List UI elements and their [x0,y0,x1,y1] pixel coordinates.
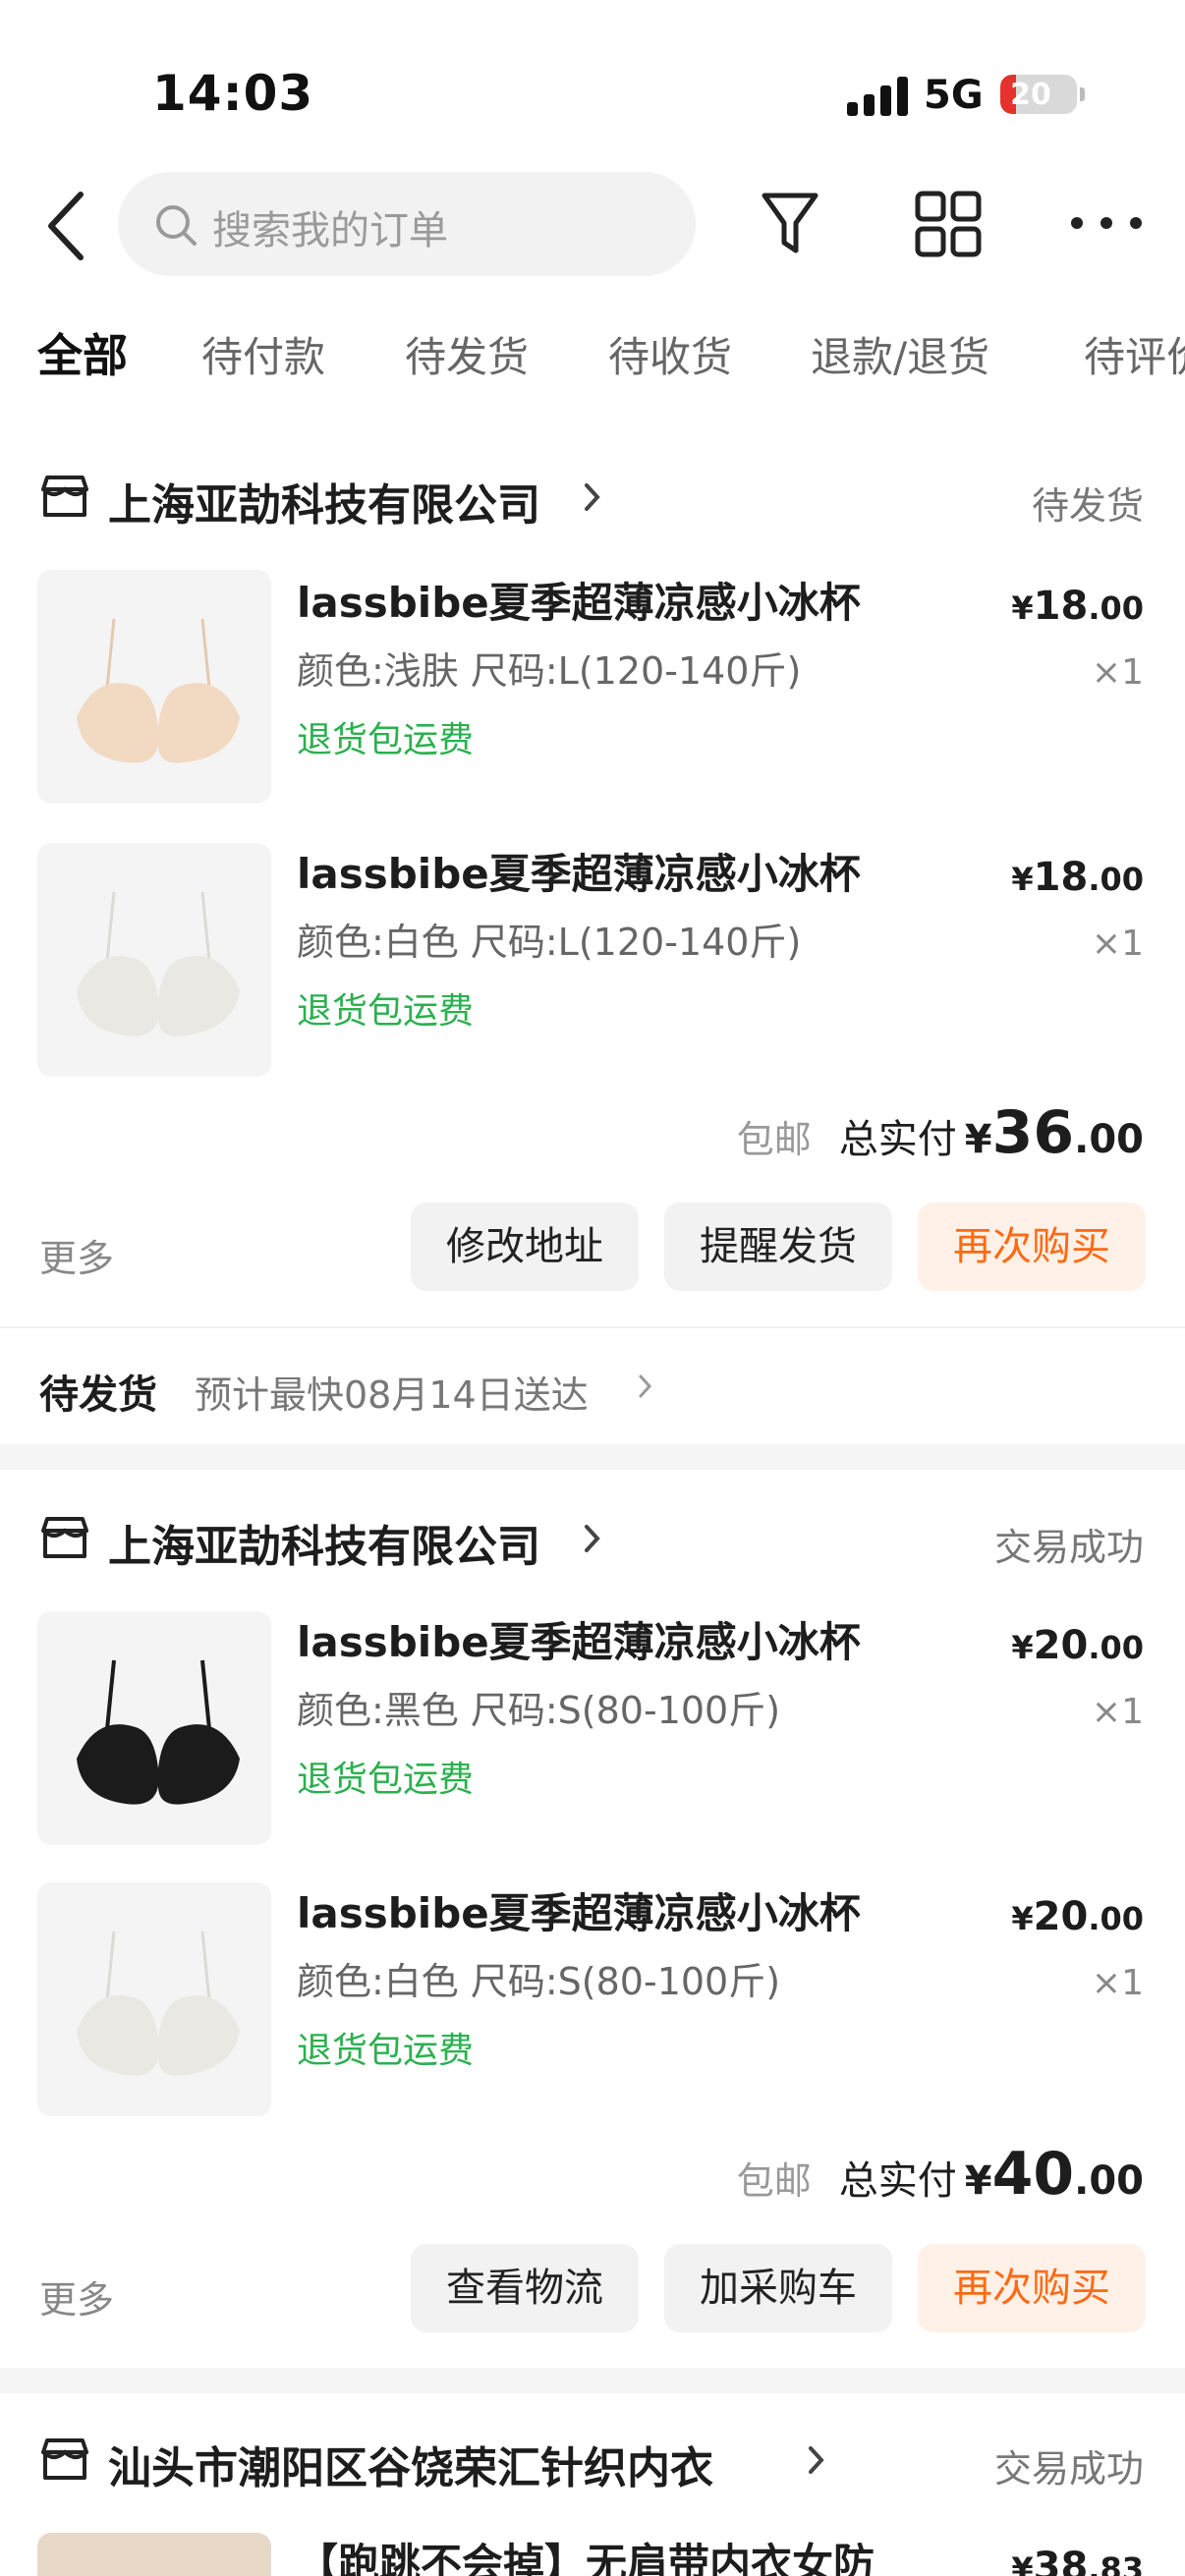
product-price: ¥38.83 [1011,2545,1144,2576]
product-quantity: ×1 [1091,652,1144,693]
shipping-label: 包邮 [736,2159,812,2203]
product-title[interactable]: lassbibe夏季超薄凉感小冰杯 [297,841,861,901]
status-time: 14:03 [152,65,314,122]
product-thumbnail[interactable] [37,1611,271,1845]
network-label: 5G [924,73,984,118]
buy-again-button[interactable]: 再次购买 [918,1203,1146,1291]
tab-pending-review[interactable]: 待评价 [1084,324,1185,384]
return-shipping-tag: 退货包运费 [297,991,475,1032]
shop-icon [41,1517,88,1558]
battery-icon: 20 [1000,75,1077,114]
product-thumbnail[interactable] [37,2533,271,2576]
product-quantity: ×1 [1091,924,1144,964]
shipping-label: 包邮 [736,1118,812,1161]
product-quantity: ×1 [1091,1692,1144,1732]
view-logistics-button[interactable]: 查看物流 [411,2244,639,2332]
product-title[interactable]: lassbibe夏季超薄凉感小冰杯 [297,1880,861,1940]
chevron-right-icon [585,1525,600,1552]
back-arrow-icon[interactable] [39,187,98,265]
add-to-cart-button[interactable]: 加采购车 [664,2244,892,2332]
total-label: 总实付 [838,2158,957,2204]
shop-name[interactable]: 上海亚劼科技有限公司 [108,1511,540,1574]
chevron-right-icon [809,2446,824,2474]
product-title[interactable]: 【跑跳不会掉】无肩带内衣女防 [297,2531,875,2576]
tab-all[interactable]: 全部 [37,320,128,385]
product-price: ¥20.00 [1011,1894,1144,1939]
product-spec: 颜色:黑色 尺码:S(80-100斤) [297,1689,781,1732]
order-status: 交易成功 [993,2447,1144,2491]
delivery-estimate[interactable]: 预计最快08月14日送达 [195,1365,589,1419]
total-label: 总实付 [838,1117,957,1162]
section-gap [0,1444,1185,1470]
chevron-right-icon [585,483,600,511]
order-total: 包邮 总实付 ¥36.00 [736,1098,1144,1167]
more-link[interactable]: 更多 [39,1228,114,1282]
chevron-right-icon [639,1374,652,1398]
tab-pending-shipment[interactable]: 待发货 [405,324,529,384]
signal-icon [847,77,908,116]
order-status: 交易成功 [993,1526,1144,1569]
search-input[interactable]: 搜索我的订单 [118,172,696,276]
order-status: 待发货 [1031,484,1144,528]
product-spec: 颜色:白色 尺码:L(120-140斤) [297,921,802,964]
tab-pending-payment[interactable]: 待付款 [201,324,325,384]
battery-level: 20 [1010,78,1051,112]
section-gap [0,2368,1185,2393]
product-title[interactable]: lassbibe夏季超薄凉感小冰杯 [297,570,861,630]
shop-icon [41,2438,88,2480]
product-price: ¥18.00 [1011,855,1144,900]
product-spec: 颜色:浅肤 尺码:L(120-140斤) [297,649,802,693]
more-icon[interactable] [1067,208,1146,238]
remind-shipment-button[interactable]: 提醒发货 [664,1203,892,1291]
shop-icon [41,476,88,517]
battery-tip [1080,87,1085,101]
product-title[interactable]: lassbibe夏季超薄凉感小冰杯 [297,1609,861,1669]
shop-name[interactable]: 上海亚劼科技有限公司 [108,470,540,532]
product-thumbnail[interactable] [37,843,271,1077]
product-price: ¥20.00 [1011,1623,1144,1668]
grid-icon[interactable] [914,190,983,258]
product-thumbnail[interactable] [37,570,271,804]
product-spec: 颜色:白色 尺码:S(80-100斤) [297,1960,781,2003]
search-icon [156,205,197,246]
product-thumbnail[interactable] [37,1882,271,2116]
filter-icon[interactable] [759,190,821,258]
buy-again-button[interactable]: 再次购买 [918,2244,1146,2332]
return-shipping-tag: 退货包运费 [297,720,475,760]
divider [0,1326,1185,1328]
return-shipping-tag: 退货包运费 [297,1760,475,1800]
modify-address-button[interactable]: 修改地址 [411,1203,639,1291]
return-shipping-tag: 退货包运费 [297,2031,475,2071]
product-quantity: ×1 [1091,1963,1144,2003]
shop-name[interactable]: 汕头市潮阳区谷饶荣汇针织内衣 [108,2433,713,2495]
product-price: ¥18.00 [1011,584,1144,629]
order-total: 包邮 总实付 ¥40.00 [736,2140,1144,2209]
tab-refund[interactable]: 退款/退货 [811,324,989,384]
delivery-status-label: 待发货 [39,1372,157,1418]
tab-pending-receipt[interactable]: 待收货 [608,324,732,384]
status-bar: 14:03 5G 20 [0,0,1185,167]
more-link[interactable]: 更多 [39,2269,114,2324]
search-placeholder: 搜索我的订单 [212,208,448,253]
